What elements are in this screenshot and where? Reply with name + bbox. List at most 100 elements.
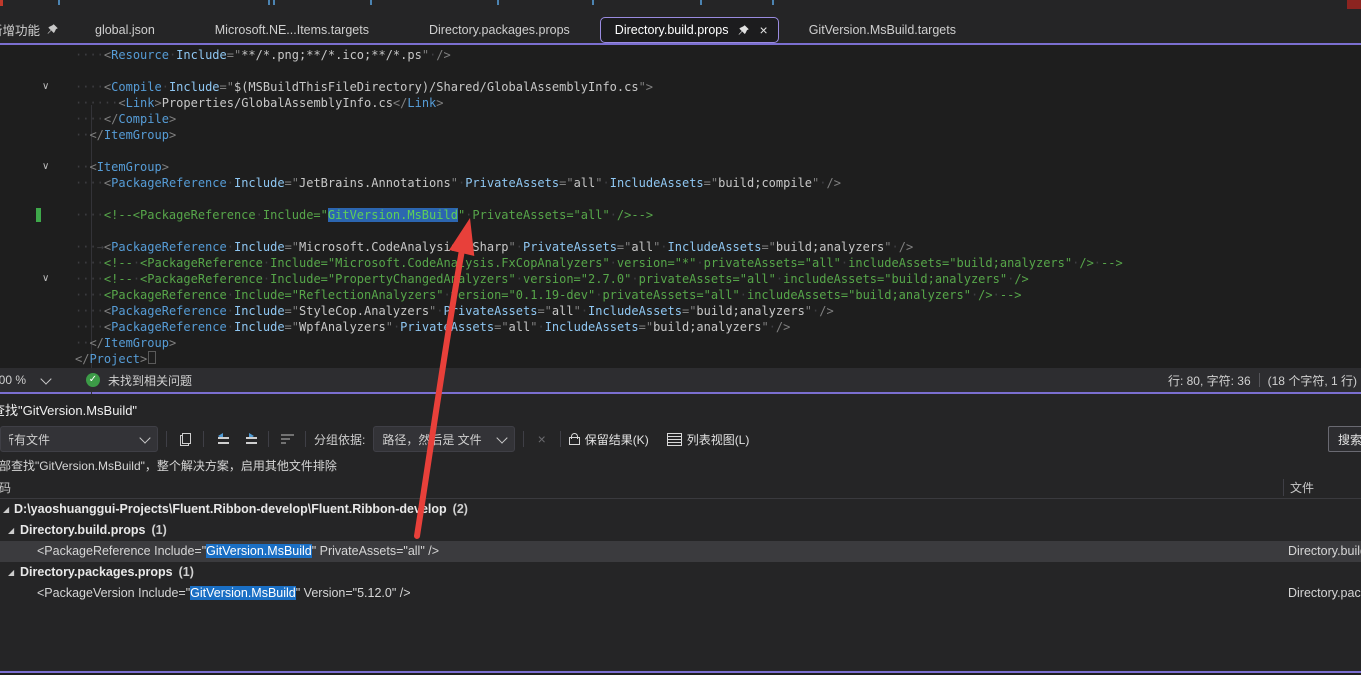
- code-segment: ·: [1094, 256, 1101, 270]
- code-segment: ·: [740, 288, 747, 302]
- tab-bar: 新增功能 global.jsonMicrosoft.NE...Items.tar…: [0, 16, 1361, 43]
- code-segment: </: [89, 336, 103, 350]
- code-line[interactable]: ····<!--<PackageReference·Include="GitVe…: [0, 207, 1361, 223]
- code-segment: version="2.7.0": [523, 272, 631, 286]
- column-divider[interactable]: [1283, 479, 1284, 496]
- result-match-row[interactable]: <PackageVersion Include="GitVersion.MsBu…: [0, 583, 1361, 604]
- code-line[interactable]: [0, 143, 1361, 159]
- code-text: ····<Compile·Include="$(MSBuildThisFileD…: [75, 79, 653, 95]
- code-segment: ····: [75, 48, 104, 62]
- code-line[interactable]: ∨··<ItemGroup>: [0, 159, 1361, 175]
- result-count: (1): [179, 565, 194, 579]
- expanded-triangle-icon[interactable]: ◢: [8, 520, 14, 541]
- tab-label: Directory.build.props: [615, 23, 729, 37]
- code-segment: </: [75, 352, 89, 366]
- close-icon[interactable]: ×: [760, 23, 768, 37]
- code-segment: ····: [75, 320, 104, 334]
- code-line[interactable]: [0, 191, 1361, 207]
- code-line[interactable]: ··</ItemGroup>: [0, 127, 1361, 143]
- code-editor[interactable]: ····<Resource·Include="**/*.png;**/*.ico…: [0, 45, 1361, 368]
- result-root-row[interactable]: ◢D:\yaoshuanggui-Projects\Fluent.Ribbon-…: [0, 499, 1361, 520]
- code-line[interactable]: ····<!--·<PackageReference·Include="Micr…: [0, 255, 1361, 271]
- expand-all-button[interactable]: [240, 429, 260, 449]
- tab-global.json[interactable]: global.json: [65, 16, 185, 43]
- code-segment: >: [155, 96, 162, 110]
- code-segment: <: [89, 160, 96, 174]
- code-segment: -->: [1101, 256, 1123, 270]
- code-segment: Include: [234, 240, 285, 254]
- file-types-value: 所有文件: [9, 431, 50, 448]
- tab-Directory.build.props[interactable]: Directory.build.props ×: [600, 17, 779, 43]
- file-types-dropdown[interactable]: 所有文件: [0, 426, 158, 452]
- code-segment: ": [386, 320, 393, 334]
- tab-pinned-whats-new[interactable]: 新增功能: [0, 16, 65, 43]
- collapse-all-button[interactable]: [212, 429, 232, 449]
- close-icon: ×: [538, 431, 546, 447]
- find-summary-row: 全部查找"GitVersion.MsBuild"，整个解决方案，启用其他文件排除: [0, 454, 1361, 477]
- code-line[interactable]: ····<PackageReference·Include="JetBrains…: [0, 175, 1361, 191]
- code-segment: Include=": [263, 208, 328, 222]
- code-line[interactable]: </Project>: [0, 351, 1361, 367]
- list-view-icon: [667, 433, 682, 446]
- result-match-code: <PackageVersion Include="GitVersion.MsBu…: [37, 586, 411, 600]
- code-segment: PackageReference: [111, 176, 227, 190]
- code-line[interactable]: [0, 223, 1361, 239]
- code-line[interactable]: ∨····<!--·<PackageReference·Include="Pro…: [0, 271, 1361, 287]
- match-pre: <PackageVersion Include=": [37, 586, 190, 600]
- code-segment: Link: [126, 96, 155, 110]
- list-view-button[interactable]: 列表视图(L): [667, 431, 750, 448]
- code-segment: =": [559, 176, 573, 190]
- code-segment: <PackageReference: [140, 256, 263, 270]
- code-line[interactable]: ····<PackageReference·Include="StyleCop.…: [0, 303, 1361, 319]
- code-line[interactable]: ····<Resource·Include="**/*.png;**/*.ico…: [0, 47, 1361, 63]
- line-column-indicator[interactable]: 行: 80, 字符: 36: [1168, 372, 1251, 389]
- code-line[interactable]: ∨ ····<Compile·Include="$(MSBuildThisFile…: [0, 79, 1361, 95]
- clear-results-button[interactable]: ×: [532, 429, 552, 449]
- code-line[interactable]: ··</ItemGroup>: [0, 335, 1361, 351]
- search-options-button[interactable]: [277, 429, 297, 449]
- tab-GitVersion.MsBuild.targets[interactable]: GitVersion.MsBuild.targets: [779, 16, 986, 43]
- divider: [203, 431, 204, 447]
- result-file-row[interactable]: ◢Directory.build.props(1): [0, 520, 1361, 541]
- code-segment: ····: [75, 288, 104, 302]
- fold-chevron-icon[interactable]: ∨: [42, 271, 49, 287]
- file-column-header[interactable]: 文件: [1290, 479, 1314, 496]
- tab-Directory.packages.props[interactable]: Directory.packages.props: [399, 16, 600, 43]
- copy-results-button[interactable]: [175, 429, 195, 449]
- code-segment: ·: [436, 304, 443, 318]
- code-line[interactable]: ····<PackageReference·Include="WpfAnalyz…: [0, 319, 1361, 335]
- result-match-row[interactable]: <PackageReference Include="GitVersion.Ms…: [0, 541, 1361, 562]
- expanded-triangle-icon[interactable]: ◢: [8, 562, 14, 583]
- code-line[interactable]: ····</Compile>: [0, 111, 1361, 127]
- fold-chevron-icon[interactable]: ∨: [42, 159, 49, 175]
- code-line[interactable]: [0, 63, 1361, 79]
- pin-icon[interactable]: [737, 24, 750, 37]
- code-line[interactable]: ····<PackageReference·Include="Reflectio…: [0, 287, 1361, 303]
- code-segment: =": [704, 176, 718, 190]
- code-segment: <: [118, 96, 125, 110]
- code-line[interactable]: ······<Link>Properties/GlobalAssemblyInf…: [0, 95, 1361, 111]
- code-segment: =": [285, 320, 299, 334]
- expanded-triangle-icon[interactable]: ◢: [3, 499, 9, 520]
- code-segment: ····: [75, 304, 104, 318]
- chevron-down-icon: [40, 373, 51, 384]
- tab-Microsoft.NE...Items.targets[interactable]: Microsoft.NE...Items.targets: [185, 16, 399, 43]
- code-segment: PrivateAssets: [400, 320, 494, 334]
- code-segment: ">: [639, 80, 653, 94]
- code-line[interactable]: ···→<PackageReference·Include="Microsoft…: [0, 239, 1361, 255]
- code-segment: includeAssets="build;analyzers": [747, 288, 971, 302]
- zoom-level-dropdown[interactable]: 100 %: [0, 373, 62, 387]
- group-by-dropdown[interactable]: 路径，然后是 文件: [373, 426, 514, 452]
- code-segment: />-->: [617, 208, 653, 222]
- code-segment: ·: [993, 288, 1000, 302]
- search-button[interactable]: 搜索: [1328, 426, 1361, 452]
- keep-results-button[interactable]: 保留结果(K): [569, 431, 649, 448]
- code-segment: build;analyzers: [776, 240, 884, 254]
- code-segment: Link: [407, 96, 436, 110]
- code-segment: privateAssets="all": [639, 272, 776, 286]
- code-segment: />: [1014, 272, 1028, 286]
- code-column-header[interactable]: 代码: [0, 479, 11, 496]
- fold-chevron-icon[interactable]: ∨: [42, 79, 49, 95]
- code-text: ······<Link>Properties/GlobalAssemblyInf…: [75, 95, 444, 111]
- result-file-row[interactable]: ◢Directory.packages.props(1): [0, 562, 1361, 583]
